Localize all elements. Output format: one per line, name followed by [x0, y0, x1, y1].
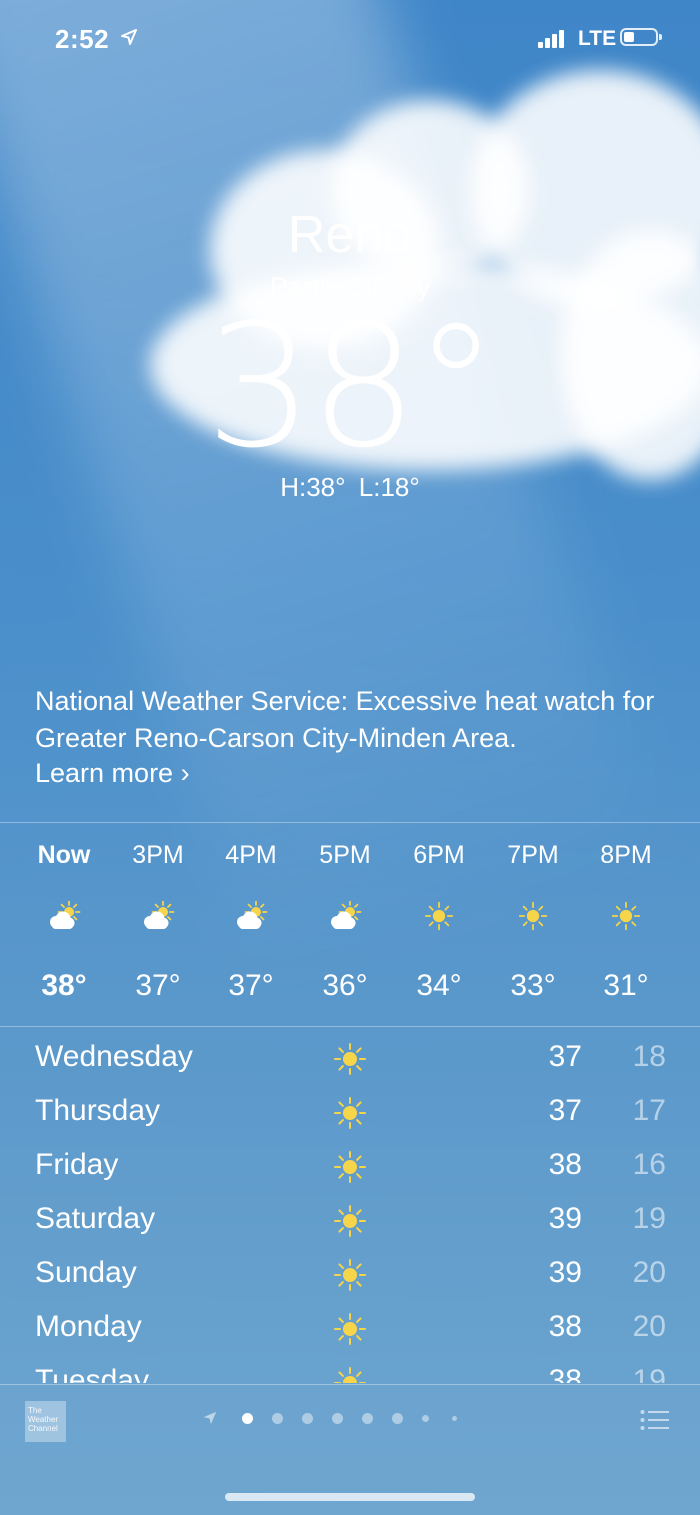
hourly-forecast[interactable]: Now 38° 3PM 37° 4PM 37° 5PM 36° 6PM 34° 7PM 33°…	[0, 823, 700, 1025]
hourly-time: 8	[672, 841, 700, 870]
partly-cloudy-icon	[141, 900, 175, 931]
sun-icon	[333, 1150, 367, 1184]
daily-row: Sunday 39 20	[0, 1256, 700, 1310]
weather-alert-text: National Weather Service: Excessive heat…	[35, 686, 655, 753]
home-indicator[interactable]	[225, 1493, 475, 1501]
daily-row: Wednesday 37 18	[0, 1040, 700, 1094]
day-name: Tuesday	[35, 1364, 149, 1383]
cell-signal-icon	[538, 30, 568, 48]
hourly-temperature: S	[672, 969, 700, 1003]
day-low-temperature: 18	[632, 1040, 666, 1073]
partly-cloudy-icon	[328, 900, 362, 931]
day-low-temperature: 19	[632, 1202, 666, 1235]
sun-icon	[333, 1366, 367, 1383]
hourly-time: 6PM	[413, 841, 465, 869]
day-name: Saturday	[35, 1202, 156, 1235]
sun-icon	[516, 901, 550, 931]
day-high-temperature: 39	[548, 1256, 582, 1289]
page-dot[interactable]	[242, 1413, 253, 1424]
daily-forecast[interactable]: Wednesday 37 18 Thursday 37 17 Friday 38 16 Satur…	[0, 1040, 700, 1383]
day-name: Wednesday	[35, 1040, 193, 1073]
sun-icon	[333, 1096, 367, 1130]
hourly-time: 4PM	[225, 841, 277, 869]
day-high-temperature: 39	[548, 1202, 582, 1235]
day-name: Monday	[35, 1310, 142, 1343]
hourly-temperature: 37°	[135, 969, 181, 1002]
sun-icon	[333, 1258, 367, 1292]
hourly-time: 5PM	[319, 841, 371, 869]
day-low-temperature: 16	[632, 1148, 666, 1181]
day-low-temperature: 20	[632, 1256, 666, 1289]
daily-row: Tuesday 38 19	[0, 1364, 700, 1383]
hourly-temperature: 37°	[228, 969, 274, 1002]
page-dot[interactable]	[332, 1413, 343, 1424]
sun-icon	[609, 901, 643, 931]
sun-icon	[333, 1042, 367, 1076]
day-high-temperature: 37	[548, 1094, 582, 1127]
hourly-time: 7PM	[507, 841, 559, 869]
hourly-temperature: 33°	[510, 969, 556, 1002]
current-temperature: 38°	[205, 288, 498, 486]
hourly-temperature: 38°	[41, 969, 87, 1002]
hourly-time: 3PM	[132, 841, 184, 869]
daily-row: Monday 38 20	[0, 1310, 700, 1364]
status-time: 2:52	[55, 24, 110, 54]
location-arrow-icon	[121, 29, 137, 45]
sun-icon	[422, 901, 456, 931]
day-name: Friday	[35, 1148, 119, 1181]
page-dot[interactable]	[452, 1416, 457, 1421]
day-name: Thursday	[35, 1094, 161, 1127]
day-high-temperature: 38	[548, 1148, 582, 1181]
hourly-temperature: 36°	[322, 969, 368, 1002]
day-low-temperature: 19	[632, 1364, 666, 1383]
weather-channel-logo[interactable]: The Weather Channel	[25, 1401, 66, 1442]
partly-cloudy-icon	[47, 900, 81, 931]
page-dot[interactable]	[272, 1413, 283, 1424]
status-bar: 2:52 LTE	[0, 0, 700, 80]
high-low-temperature: H:38° L:18°	[280, 472, 420, 502]
page-dot[interactable]	[362, 1413, 373, 1424]
sun-icon	[333, 1204, 367, 1238]
page-dot[interactable]	[392, 1413, 403, 1424]
day-name: Sunday	[35, 1256, 137, 1289]
hourly-temperature: 31°	[603, 969, 649, 1002]
day-low-temperature: 17	[632, 1094, 666, 1127]
day-low-temperature: 20	[632, 1310, 666, 1343]
partly-cloudy-icon	[234, 900, 268, 931]
day-high-temperature: 38	[548, 1310, 582, 1343]
hourly-temperature: 34°	[416, 969, 462, 1002]
page-dot[interactable]	[422, 1415, 429, 1422]
sun-icon	[333, 1312, 367, 1346]
day-high-temperature: 38	[548, 1364, 582, 1383]
divider	[0, 1384, 700, 1385]
battery-icon	[620, 28, 662, 46]
daily-row: Saturday 39 19	[0, 1202, 700, 1256]
daily-row: Friday 38 16	[0, 1148, 700, 1202]
day-high-temperature: 37	[548, 1040, 582, 1073]
page-dot[interactable]	[302, 1413, 313, 1424]
location-arrow-icon	[203, 1411, 217, 1425]
divider	[0, 1026, 700, 1027]
daily-row: Thursday 37 17	[0, 1094, 700, 1148]
hourly-time: 8PM	[600, 841, 652, 869]
city-list-icon[interactable]	[640, 1409, 670, 1431]
learn-more-link[interactable]: Learn more ›	[35, 758, 190, 789]
hourly-time: Now	[37, 841, 91, 869]
network-type: LTE	[578, 27, 617, 50]
city-name: Reno	[287, 206, 413, 264]
